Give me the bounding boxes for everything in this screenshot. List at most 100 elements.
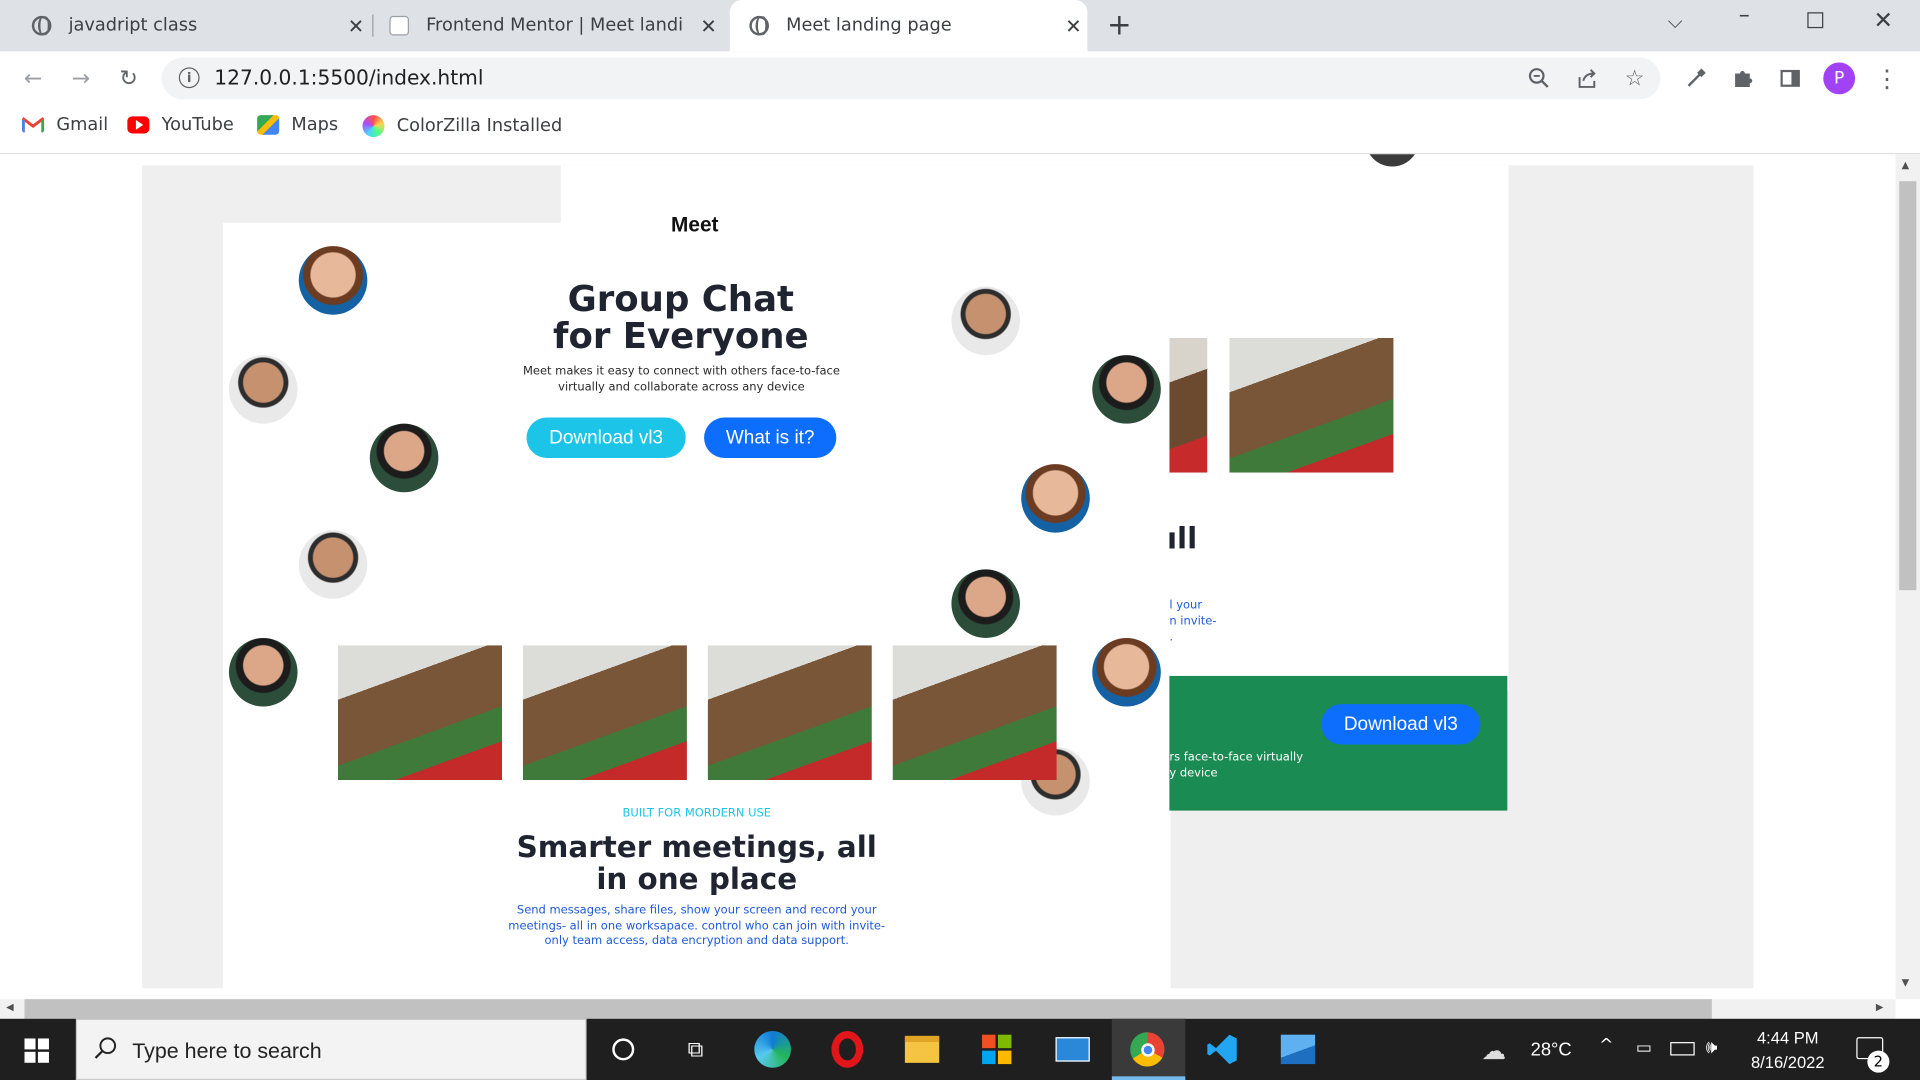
download-button[interactable]: Download vl3: [526, 417, 686, 458]
right-avatar-cluster: [0, 154, 1161, 816]
chrome-icon[interactable]: [1123, 1029, 1172, 1071]
hero-description: Meet makes it easy to connect with other…: [495, 364, 868, 396]
forward-button[interactable]: →: [65, 62, 97, 94]
avatar-man: [228, 355, 298, 424]
youtube-icon: [127, 116, 150, 134]
hero-title-line: Group Chat: [567, 277, 795, 320]
features-description-line: meetings- all in one worksapace. control…: [508, 919, 886, 933]
scroll-up-arrow-icon[interactable]: ▲: [1902, 159, 1910, 170]
scroll-left-arrow-icon[interactable]: ◀: [6, 1002, 14, 1013]
battery-icon[interactable]: [1670, 1042, 1695, 1056]
tab-search-chevron-icon[interactable]: ⌵: [1668, 10, 1683, 34]
new-tab-button[interactable]: +: [1107, 7, 1132, 41]
avatar-woman: [1092, 637, 1161, 707]
weather-cloud-icon[interactable]: ☁: [1482, 1036, 1506, 1065]
what-is-it-button[interactable]: What is it?: [704, 417, 837, 458]
tab-javadript-class[interactable]: javadript class ✕: [12, 0, 367, 51]
colorzilla-icon: [362, 115, 385, 138]
close-tab-icon[interactable]: ✕: [348, 14, 364, 37]
tab-meet-landing-page[interactable]: Meet landing page ✕: [729, 0, 1088, 52]
opera-icon[interactable]: [823, 1029, 872, 1071]
avatar-man: [951, 286, 1020, 356]
tab-separator: [372, 14, 374, 37]
clock-time: 4:44 PM: [1756, 1028, 1819, 1047]
avatar-man: [298, 530, 368, 599]
scroll-right-arrow-icon[interactable]: ▶: [1876, 1002, 1884, 1013]
extensions-puzzle-icon[interactable]: [1727, 62, 1759, 94]
restore-button[interactable]: [1807, 12, 1824, 29]
url-text[interactable]: 127.0.0.1:5500/index.html: [214, 66, 483, 89]
vscode-icon[interactable]: [1198, 1029, 1247, 1071]
vertical-scroll-thumb[interactable]: [1899, 181, 1917, 591]
hero-title: Group Chat for Everyone: [514, 280, 847, 353]
brand-logo[interactable]: Meet: [671, 213, 718, 237]
photos-icon[interactable]: [1273, 1029, 1322, 1071]
close-tab-icon[interactable]: ✕: [700, 14, 716, 37]
hero-description-line: Meet makes it easy to connect with other…: [522, 364, 840, 379]
browser-menu-icon[interactable]: ⋮: [1871, 62, 1903, 94]
globe-icon: [749, 15, 769, 36]
scroll-down-arrow-icon[interactable]: ▼: [1902, 977, 1910, 988]
bookmark-star-icon[interactable]: ☆: [1619, 62, 1651, 94]
hero-title-line: for Everyone: [552, 314, 809, 357]
tab-title: javadript class: [68, 15, 198, 36]
features-title-line: Smarter meetings, all: [516, 830, 877, 865]
taskbar-clock[interactable]: 4:44 PM 8/16/2022: [1749, 1026, 1827, 1075]
features-description: Send messages, share files, show your sc…: [495, 904, 899, 951]
side-panel-icon[interactable]: [1774, 62, 1806, 94]
clipped-line: l your: [1169, 598, 1203, 613]
windows-start-icon[interactable]: [24, 1038, 49, 1063]
clipped-description: l your n invite- .: [1169, 598, 1216, 646]
features-eyebrow: BUILT FOR MORDERN USE: [622, 806, 772, 821]
meeting-photo-clipped: [1169, 337, 1208, 473]
hero-description-line: virtually and collaborate across any dev…: [558, 380, 805, 395]
clipped-heading: ıll: [1166, 521, 1198, 556]
frontend-mentor-favicon-icon: [389, 15, 409, 36]
horizontal-scroll-thumb[interactable]: [24, 999, 1712, 1019]
site-info-icon[interactable]: i: [178, 67, 200, 89]
reload-button[interactable]: ↻: [113, 62, 145, 94]
active-app-indicator: [1111, 1076, 1186, 1080]
globe-icon: [31, 15, 52, 36]
clock-date: 8/16/2022: [1750, 1053, 1825, 1072]
taskbar-search-placeholder[interactable]: Type here to search: [132, 1038, 321, 1064]
page-viewport: Meet Group Chat for Everyone Meet makes …: [0, 154, 1896, 1000]
avatar-man: [1092, 355, 1161, 424]
tab-frontend-mentor[interactable]: Frontend Mentor | Meet landing ✕: [382, 0, 729, 51]
gmail-icon: [22, 116, 45, 133]
minimize-button[interactable]: –: [1739, 2, 1750, 28]
task-view-icon[interactable]: ⧉: [671, 1029, 720, 1071]
bookmark-gmail[interactable]: Gmail: [22, 115, 108, 135]
tab-title: Frontend Mentor | Meet landing: [426, 15, 684, 36]
close-tab-icon[interactable]: ✕: [1065, 14, 1081, 37]
avatar-man: [228, 637, 298, 707]
bookmark-label: YouTube: [161, 115, 234, 135]
cortana-icon[interactable]: [599, 1029, 648, 1071]
bookmark-label: Gmail: [56, 115, 109, 135]
cta-line: y device: [1169, 766, 1218, 780]
clipped-line: .: [1169, 630, 1174, 645]
file-explorer-icon[interactable]: [898, 1029, 947, 1071]
bookmark-youtube[interactable]: YouTube: [127, 115, 234, 135]
mail-icon[interactable]: [1048, 1029, 1097, 1071]
features-description-line: only team access, data encryption and da…: [544, 934, 849, 949]
eyedropper-extension-icon[interactable]: [1680, 62, 1712, 94]
volume-icon[interactable]: 🕪: [1706, 1036, 1718, 1058]
avatar-woman: [298, 246, 368, 315]
share-icon[interactable]: [1571, 62, 1603, 94]
back-button[interactable]: ←: [17, 62, 49, 94]
zoom-icon[interactable]: [1523, 62, 1555, 94]
bookmark-label: ColorZilla Installed: [396, 116, 563, 136]
bookmark-colorzilla[interactable]: ColorZilla Installed: [362, 115, 563, 138]
meet-now-icon[interactable]: ▭: [1636, 1038, 1652, 1058]
close-window-button[interactable]: ✕: [1873, 7, 1892, 34]
clipped-line: n invite-: [1169, 614, 1217, 629]
tray-chevron-icon[interactable]: ^: [1599, 1036, 1613, 1056]
profile-avatar[interactable]: P: [1823, 62, 1856, 95]
edge-icon[interactable]: [748, 1029, 797, 1071]
bookmark-maps[interactable]: Maps: [257, 115, 338, 135]
cta-download-button[interactable]: Download vl3: [1321, 704, 1481, 745]
notification-count-badge: 2: [1867, 1050, 1890, 1073]
weather-temp[interactable]: 28°C: [1531, 1040, 1572, 1061]
microsoft-store-icon[interactable]: [972, 1029, 1021, 1071]
